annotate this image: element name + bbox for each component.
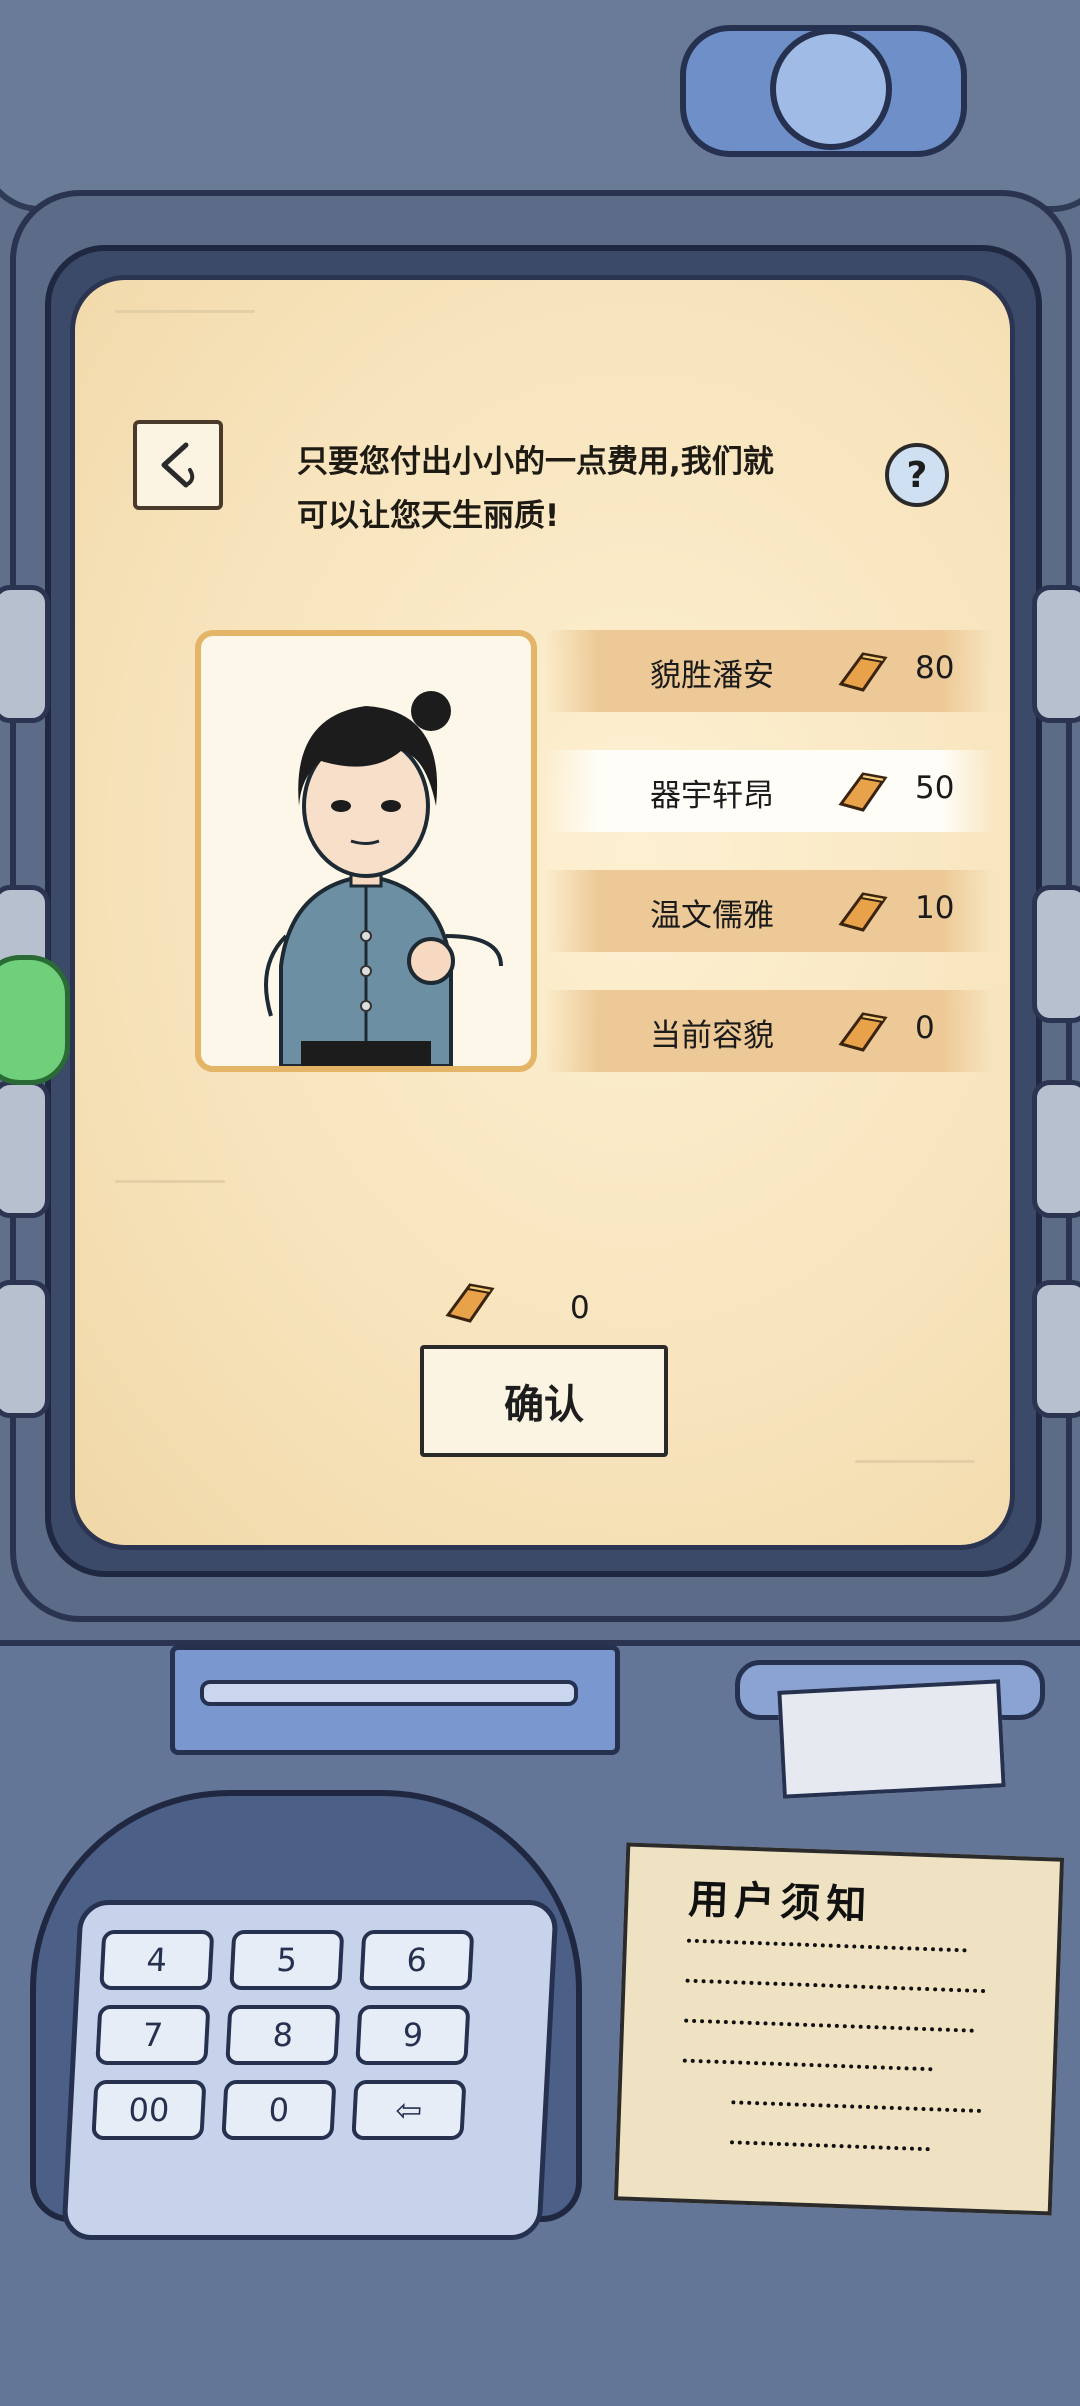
back-button[interactable] <box>133 420 223 510</box>
inserted-ticket[interactable] <box>777 1679 1006 1799</box>
option-cost: 50 <box>915 770 955 806</box>
key-8[interactable]: 8 <box>225 2005 341 2065</box>
key-9[interactable]: 9 <box>355 2005 471 2065</box>
option-label: 当前容貌 <box>650 1018 774 1054</box>
key-0[interactable]: 0 <box>221 2080 337 2140</box>
character-portrait-card <box>195 630 537 1072</box>
side-button-right-2[interactable] <box>1032 885 1080 1023</box>
option-cost: 80 <box>915 650 955 686</box>
prompt-line-1: 只要您付出小小的一点费用,我们就 <box>297 444 774 480</box>
key-5[interactable]: 5 <box>229 1930 345 1990</box>
option-label: 器宇轩昂 <box>650 778 774 814</box>
side-button-right-4[interactable] <box>1032 1280 1080 1418</box>
side-button-right-3[interactable] <box>1032 1080 1080 1218</box>
option-row-3[interactable]: 当前容貌 0 <box>545 990 995 1072</box>
scribble-line <box>686 1938 967 1959</box>
prompt-line-2: 可以让您天生丽质! <box>297 498 560 534</box>
option-label: 貌胜潘安 <box>650 658 774 694</box>
gold-bar-icon <box>838 892 888 932</box>
floating-side-badge[interactable] <box>0 955 70 1085</box>
key-backspace[interactable]: ⇦ <box>351 2080 467 2140</box>
scribble-line <box>682 2058 933 2078</box>
side-button-left-3[interactable] <box>0 1080 50 1218</box>
key-7[interactable]: 7 <box>95 2005 211 2065</box>
side-button-left-4[interactable] <box>0 1280 50 1418</box>
scribble-line <box>683 2018 975 2039</box>
chevron-left-icon <box>161 442 195 488</box>
option-cost: 0 <box>915 1010 935 1046</box>
option-row-1[interactable]: 器宇轩昂 50 <box>545 750 995 832</box>
gold-bar-icon <box>838 1012 888 1052</box>
character-portrait <box>264 691 503 1068</box>
notice-title: 用户须知 <box>687 1876 874 1930</box>
keypad: 4 5 6 7 8 9 00 0 ⇦ <box>61 1900 559 2240</box>
cash-slot-opening <box>200 1680 578 1706</box>
gold-bar-icon <box>838 772 888 812</box>
option-row-0[interactable]: 貌胜潘安 80 <box>545 630 995 712</box>
confirm-button[interactable]: 确认 <box>420 1345 668 1457</box>
question-icon: ? <box>906 454 928 496</box>
option-cost: 10 <box>915 890 955 926</box>
option-label: 温文儒雅 <box>650 898 774 934</box>
total-cost: 0 <box>570 1290 590 1326</box>
side-button-left-1[interactable] <box>0 585 50 723</box>
key-00[interactable]: 00 <box>91 2080 207 2140</box>
side-button-right-1[interactable] <box>1032 585 1080 723</box>
key-6[interactable]: 6 <box>359 1930 475 1990</box>
scratch-mark <box>855 1460 975 1463</box>
scribble-line <box>685 1978 986 2000</box>
prompt-text: 只要您付出小小的一点费用,我们就 可以让您天生丽质! <box>297 435 877 543</box>
scribble-line <box>731 2100 982 2120</box>
gold-bar-icon <box>445 1283 495 1323</box>
user-notice-paper[interactable]: 用户须知 <box>613 1842 1065 2216</box>
gold-bar-icon <box>838 652 888 692</box>
scribble-line <box>729 2140 930 2158</box>
option-row-2[interactable]: 温文儒雅 10 <box>545 870 995 952</box>
camera-lens-icon <box>770 28 892 150</box>
scratch-mark <box>115 1180 225 1183</box>
key-4[interactable]: 4 <box>99 1930 215 1990</box>
atm-screen: 只要您付出小小的一点费用,我们就 可以让您天生丽质! ? 貌胜潘安 80 器宇轩… <box>70 275 1015 1550</box>
scratch-mark <box>115 310 255 313</box>
help-button[interactable]: ? <box>885 443 949 507</box>
